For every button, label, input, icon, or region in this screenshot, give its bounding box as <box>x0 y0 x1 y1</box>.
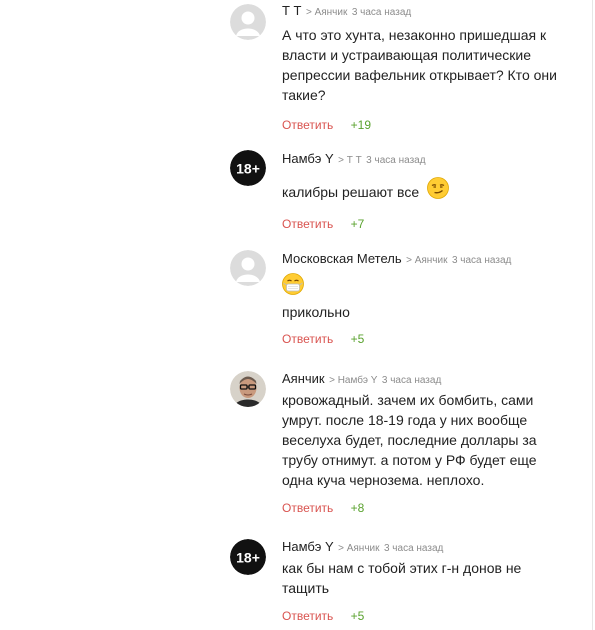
comment-author[interactable]: Т Т <box>282 3 302 18</box>
comment-actions: Ответить +8 <box>282 500 572 516</box>
comment-actions: Ответить +19 <box>282 117 572 133</box>
svg-text:18+: 18+ <box>236 161 260 177</box>
comment-actions: Ответить +5 <box>282 608 572 624</box>
18-plus-avatar[interactable]: 18+ <box>230 539 266 575</box>
comment-score: +7 <box>350 217 365 232</box>
reply-button[interactable]: Ответить <box>282 118 333 132</box>
comment-text: А что это хунта, незаконно пришедшая к в… <box>282 27 557 103</box>
comment-time: 3 часа назад <box>383 543 444 554</box>
comment-emoji-row <box>282 273 572 295</box>
comment-score: +19 <box>350 118 371 132</box>
comment-meta: Т Т > Аянчик 3 часа назад <box>282 2 572 20</box>
reply-button[interactable]: Ответить <box>282 332 333 346</box>
smirk-emoji <box>427 177 449 200</box>
reply-button[interactable]: Ответить <box>282 501 333 515</box>
reply-to[interactable]: > Аянчик <box>306 7 347 18</box>
comment-score: +5 <box>350 609 365 623</box>
18-plus-avatar[interactable]: 18+ <box>230 150 266 186</box>
comment-author[interactable]: Намбэ Y <box>282 539 334 554</box>
comment-time: 3 часа назад <box>451 255 512 266</box>
comment-time: 3 часа назад <box>381 375 442 386</box>
comment-meta: Намбэ Y > Аянчик 3 часа назад <box>282 538 572 556</box>
comment-score: +8 <box>350 501 365 515</box>
comment-author[interactable]: Московская Метель <box>282 251 402 266</box>
comment-author[interactable]: Намбэ Y <box>282 151 334 166</box>
comment-meta: Аянчик > Намбэ Y 3 часа назад <box>282 370 572 388</box>
comment-text: кровожадный. зачем их бомбить, сами умру… <box>282 392 537 488</box>
svg-text:18+: 18+ <box>236 550 260 566</box>
default-avatar[interactable] <box>230 4 266 40</box>
comment-meta: Московская Метель > Аянчик 3 часа назад <box>282 250 572 268</box>
photo-avatar[interactable] <box>230 371 266 407</box>
comment-author[interactable]: Аянчик <box>282 371 325 386</box>
comment-meta: Намбэ Y > Т Т 3 часа назад <box>282 150 572 168</box>
comment-text: прикольно <box>282 304 350 320</box>
reply-button[interactable]: Ответить <box>282 217 333 231</box>
comment-time: 3 часа назад <box>351 7 412 18</box>
reply-to[interactable]: > Аянчик <box>406 255 447 266</box>
default-avatar[interactable] <box>230 250 266 286</box>
comment-score: +5 <box>350 332 365 346</box>
reply-button[interactable]: Ответить <box>282 609 333 623</box>
reply-to[interactable]: > Аянчик <box>338 543 379 554</box>
reply-to[interactable]: > Т Т <box>338 155 362 166</box>
reply-to[interactable]: > Намбэ Y <box>329 375 377 386</box>
mask-emoji <box>282 273 304 295</box>
comment-text: калибры решают все <box>282 177 572 204</box>
comment-time: 3 часа назад <box>366 155 426 166</box>
comment-text: как бы нам с тобой этих г-н донов не тащ… <box>282 560 522 596</box>
comment-actions: Ответить +5 <box>282 331 572 347</box>
scrollbar-edge <box>592 0 593 630</box>
comment-actions: Ответить +7 <box>282 216 572 232</box>
